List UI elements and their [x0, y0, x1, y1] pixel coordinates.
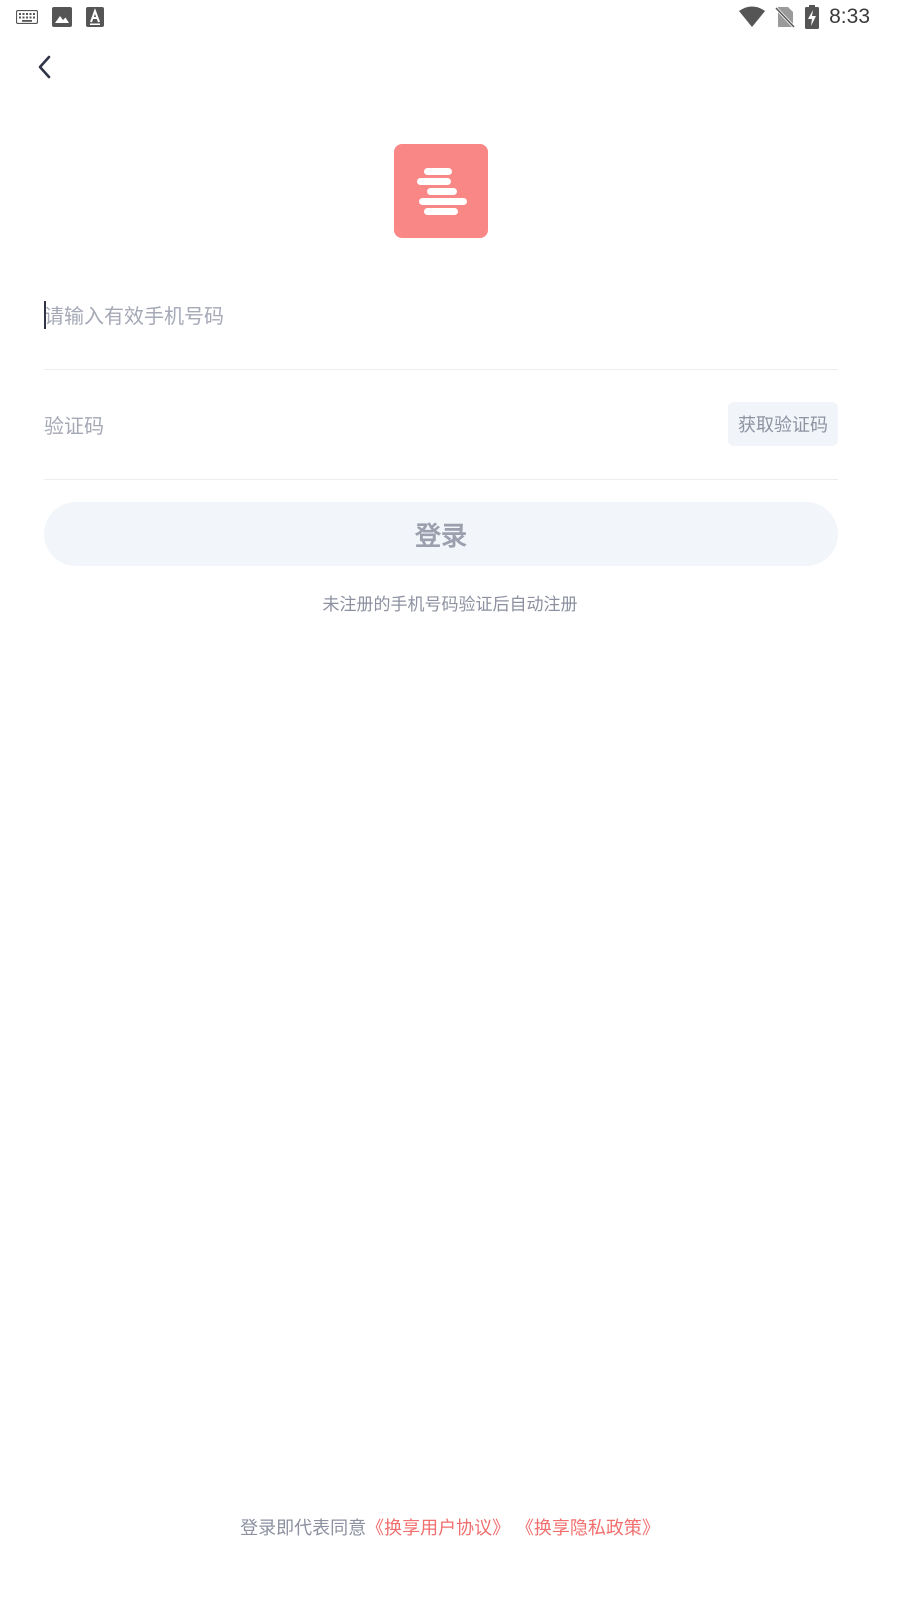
privacy-policy-link[interactable]: 《换享隐私政策》	[516, 1518, 660, 1539]
status-left-icons	[16, 7, 104, 27]
status-time: 8:33	[829, 5, 870, 28]
battery-charging-icon	[805, 5, 820, 29]
agreement-prefix: 登录即代表同意	[240, 1518, 367, 1539]
login-button[interactable]: 登录	[44, 502, 838, 566]
code-field: 获取验证码	[44, 370, 838, 480]
get-code-button[interactable]: 获取验证码	[728, 402, 838, 446]
app-logo	[394, 144, 488, 238]
register-hint: 未注册的手机号码验证后自动注册	[322, 595, 578, 615]
status-bar: 8:33	[0, 0, 900, 36]
status-right-icons: 8:33	[739, 5, 870, 29]
text-a-icon	[86, 7, 104, 27]
code-input[interactable]	[44, 406, 644, 446]
chevron-left-icon	[38, 55, 51, 79]
no-sim-icon	[775, 6, 796, 28]
phone-field	[44, 260, 838, 370]
app-logo-icon	[417, 168, 467, 215]
phone-input[interactable]	[44, 296, 644, 336]
user-agreement-link[interactable]: 《换享用户协议》	[366, 1518, 510, 1539]
wifi-icon	[739, 6, 766, 28]
image-icon	[52, 7, 72, 27]
agreement-text: 登录即代表同意《换享用户协议》 《换享隐私政策》	[0, 1514, 900, 1540]
text-caret	[44, 301, 46, 329]
keyboard-icon	[16, 10, 38, 24]
back-button[interactable]	[28, 50, 62, 84]
